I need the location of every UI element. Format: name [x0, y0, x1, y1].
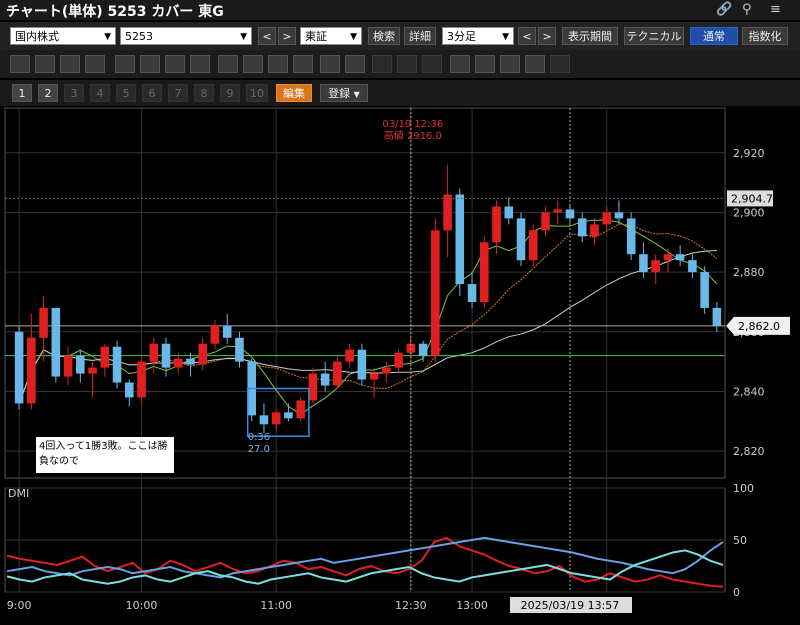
- dmi-tick-label: 100: [733, 482, 754, 495]
- high-value-label: 高値 2916.0: [384, 129, 442, 142]
- candle-body: [712, 307, 722, 326]
- candle-body: [369, 373, 379, 380]
- chart-canvas[interactable]: 2,8202,8402,8602,8802,9002,920050100DMI9…: [0, 0, 800, 625]
- candle-body: [112, 346, 122, 383]
- candle-body: [614, 212, 624, 219]
- time-tick-label: 12:30: [395, 599, 427, 612]
- partial-value-label: 27.0: [248, 444, 270, 455]
- candle-body: [222, 325, 232, 338]
- candle-body: [63, 355, 73, 377]
- time-tick-label: 11:00: [260, 599, 292, 612]
- cursor-price-label: 2,904.7: [731, 192, 773, 205]
- candle-body: [100, 346, 110, 368]
- time-tick-label: 10:00: [126, 599, 158, 612]
- candle-body: [210, 325, 220, 344]
- candle-body: [382, 367, 391, 374]
- dmi-label: DMI: [8, 487, 29, 500]
- price-panel-frame: [4, 107, 726, 479]
- candle-body: [418, 343, 428, 356]
- candle-body: [14, 331, 24, 404]
- candle-body: [333, 361, 342, 386]
- candle-body: [492, 206, 501, 243]
- candle-body: [27, 337, 36, 404]
- candle-body: [651, 260, 660, 273]
- crosshair-time-label: 2025/03/19 13:57: [521, 599, 620, 612]
- candle-body: [504, 206, 514, 219]
- candle-body: [161, 343, 171, 368]
- candle-body: [51, 307, 61, 377]
- candle-body: [663, 254, 673, 261]
- candle-body: [675, 254, 685, 261]
- candle-body: [455, 194, 465, 285]
- candle-body: [602, 212, 611, 225]
- time-tick-label: 9:00: [7, 599, 32, 612]
- candle-body: [320, 373, 330, 386]
- candle-body: [76, 355, 85, 374]
- candle-body: [394, 352, 403, 368]
- price-tick-label: 2,840: [733, 385, 765, 398]
- candle-body: [173, 358, 183, 368]
- partial-time-label: 0:36: [248, 432, 270, 443]
- dmi-tick-label: 50: [733, 534, 747, 547]
- last-price-label: 2,862.0: [738, 320, 780, 333]
- candle-body: [284, 412, 293, 419]
- candle-body: [639, 254, 648, 273]
- candle-body: [296, 400, 305, 419]
- candle-body: [528, 230, 538, 261]
- candle-body: [541, 212, 550, 231]
- candle-body: [345, 349, 354, 362]
- candle-body: [271, 412, 281, 425]
- memo-note[interactable]: 4回入って1勝3敗。ここは勝負なので: [36, 437, 174, 473]
- candle-body: [125, 382, 134, 398]
- candle-body: [137, 361, 146, 398]
- time-tick-label: 13:00: [456, 599, 488, 612]
- price-tick-label: 2,880: [733, 266, 765, 279]
- candle-body: [467, 284, 477, 302]
- candle-body: [577, 218, 587, 237]
- candle-body: [357, 349, 367, 380]
- candle-body: [700, 272, 709, 308]
- price-tick-label: 2,820: [733, 445, 765, 458]
- candle-body: [688, 260, 697, 273]
- candle-body: [626, 218, 636, 255]
- high-date-label: 03/19 12:36: [382, 119, 443, 130]
- candle-body: [186, 358, 195, 365]
- candle-body: [149, 343, 159, 362]
- candle-body: [235, 337, 244, 362]
- candle-body: [259, 415, 269, 425]
- candle-body: [308, 373, 318, 401]
- candle-body: [431, 230, 440, 356]
- candle-body: [590, 224, 599, 237]
- dmi-tick-label: 0: [733, 586, 740, 599]
- price-tick-label: 2,920: [733, 147, 765, 160]
- candle-body: [39, 307, 48, 338]
- candle-body: [88, 367, 97, 374]
- candle-body: [443, 194, 452, 231]
- candle-body: [553, 209, 563, 213]
- candle-body: [516, 218, 526, 261]
- price-tick-label: 2,900: [733, 206, 765, 219]
- candle-body: [480, 242, 489, 302]
- candle-body: [198, 343, 208, 365]
